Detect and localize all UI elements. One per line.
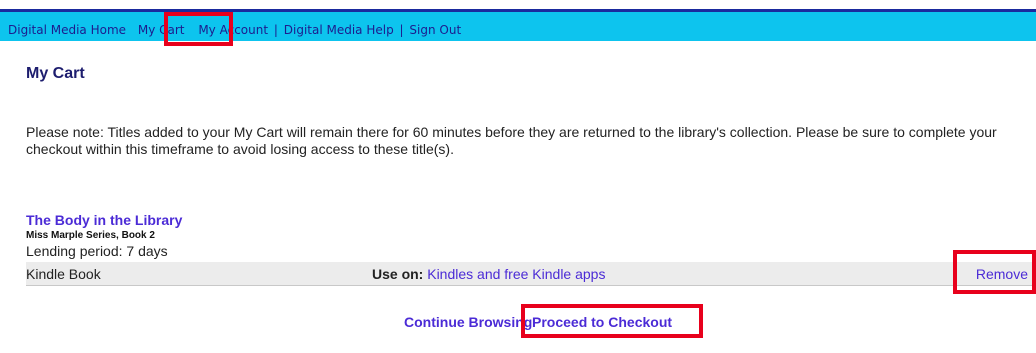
nav-digital-media-help[interactable]: Digital Media Help bbox=[284, 23, 394, 37]
top-nav-bar: Digital Media Home My Cart | My Account … bbox=[0, 9, 1036, 41]
use-on-label: Use on: bbox=[372, 266, 424, 282]
book-series: Miss Marple Series, Book 2 bbox=[26, 230, 155, 241]
page-title: My Cart bbox=[26, 65, 85, 82]
use-on-link[interactable]: Kindles and free Kindle apps bbox=[427, 266, 605, 282]
book-title-link[interactable]: The Body in the Library bbox=[26, 212, 182, 228]
top-nav: Digital Media Home My Cart | My Account … bbox=[8, 23, 461, 37]
lending-period: Lending period: 7 days bbox=[26, 243, 168, 259]
nav-separator: | bbox=[399, 23, 404, 37]
nav-separator: | bbox=[273, 23, 278, 37]
highlight-box-my-cart bbox=[164, 12, 233, 46]
nav-digital-media-home[interactable]: Digital Media Home bbox=[8, 23, 126, 37]
highlight-box-checkout bbox=[521, 304, 703, 338]
cart-notice: Please note: Titles added to your My Car… bbox=[26, 124, 997, 157]
format-name: Kindle Book bbox=[26, 266, 101, 282]
highlight-box-remove bbox=[953, 250, 1036, 294]
nav-sign-out[interactable]: Sign Out bbox=[409, 23, 461, 37]
use-on: Use on: Kindles and free Kindle apps bbox=[372, 266, 605, 282]
format-row: Kindle Book Use on: Kindles and free Kin… bbox=[26, 262, 1036, 286]
continue-browsing-button[interactable]: Continue Browsing bbox=[404, 314, 532, 330]
